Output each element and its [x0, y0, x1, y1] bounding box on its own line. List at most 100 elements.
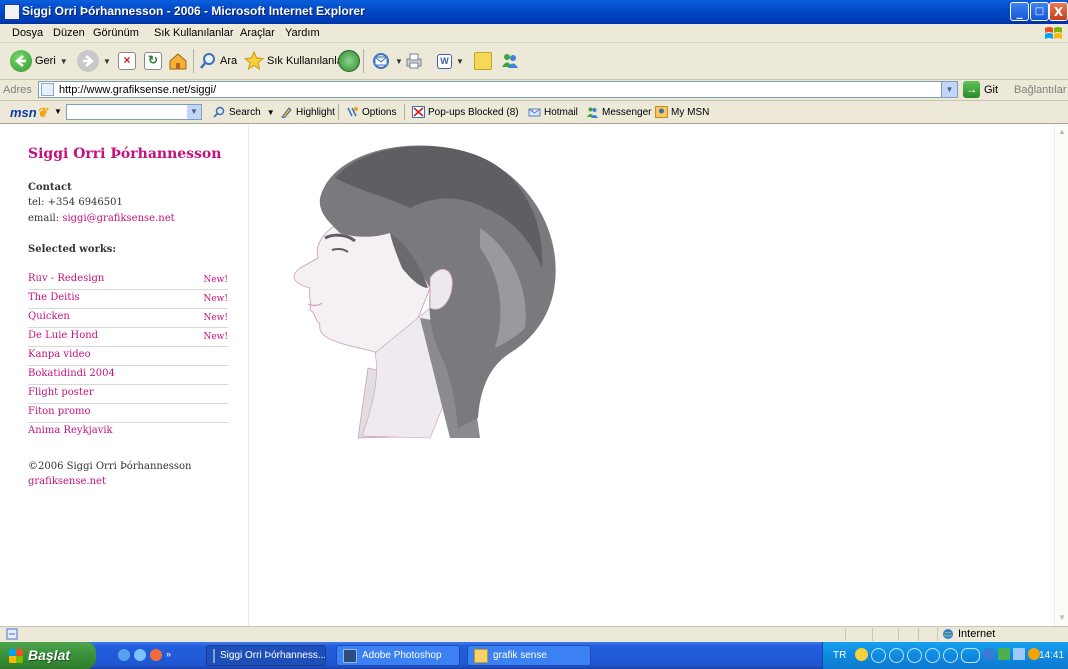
media-quicklaunch-icon[interactable] — [150, 649, 162, 661]
home-icon — [169, 53, 187, 70]
media-next-icon[interactable] — [943, 648, 958, 663]
refresh-button[interactable]: ↻ — [144, 43, 162, 79]
messenger-tray-icon[interactable] — [998, 648, 1010, 660]
chevron-down-icon[interactable]: ▼ — [103, 57, 111, 66]
work-item-de-luie-hond[interactable]: De Luie Hond New! — [28, 327, 228, 347]
print-button[interactable] — [404, 43, 424, 79]
task-folder[interactable]: grafik sense — [467, 645, 591, 666]
task-ie[interactable]: Siggi Orri Þórhanness... — [206, 645, 326, 666]
work-label[interactable]: Ruv - Redesign — [28, 273, 104, 284]
work-label[interactable]: Bokatidindi 2004 — [28, 368, 115, 379]
language-indicator[interactable]: TR — [833, 650, 846, 661]
menu-favorites[interactable]: Sık Kullanılanlar — [154, 27, 234, 39]
chevron-down-icon[interactable]: ▼ — [267, 108, 275, 117]
tray-app-icon[interactable] — [855, 648, 868, 661]
quick-launch: » — [118, 649, 171, 661]
ie-page-icon — [213, 648, 215, 663]
scroll-down-arrow-icon[interactable]: ▼ — [1056, 612, 1068, 624]
ie-quicklaunch-icon[interactable] — [118, 649, 130, 661]
msn-search-label: Search — [229, 106, 261, 118]
work-item-bokatidindi[interactable]: Bokatidindi 2004 — [28, 365, 228, 385]
work-label[interactable]: The Deitis — [28, 292, 80, 303]
work-item-kanpa-video[interactable]: Kanpa video — [28, 346, 228, 366]
email-link[interactable]: siggi@grafiksense.net — [62, 213, 174, 224]
work-label[interactable]: Anima Reykjavik — [28, 425, 113, 436]
site-link[interactable]: grafiksense.net — [28, 476, 106, 487]
highlight-button[interactable]: Highlight — [280, 106, 335, 118]
search-icon — [213, 106, 225, 118]
menu-edit[interactable]: Düzen — [53, 27, 85, 39]
system-tray: TR 14:41 — [822, 642, 1068, 669]
menu-tools[interactable]: Araçlar — [240, 27, 275, 39]
network-icon[interactable] — [983, 648, 995, 660]
work-item-flight-poster[interactable]: Flight poster — [28, 384, 228, 404]
hotmail-button[interactable]: Hotmail — [528, 106, 578, 118]
links-toolbar[interactable]: Bağlantılar — [1014, 84, 1067, 96]
edit-button[interactable]: W ▼ — [437, 43, 464, 79]
chevron-down-icon[interactable]: ▼ — [54, 107, 62, 116]
forward-button[interactable]: ▼ — [77, 43, 111, 79]
work-item-anima-reykjavik[interactable]: Anima Reykjavik — [28, 422, 228, 441]
stop-button[interactable]: × — [118, 43, 136, 79]
history-button[interactable] — [338, 43, 360, 79]
mail-button[interactable]: ▼ — [371, 43, 403, 79]
minimize-button[interactable]: _ — [1010, 2, 1029, 21]
work-label[interactable]: De Luie Hond — [28, 330, 98, 341]
display-icon[interactable] — [1013, 648, 1025, 660]
messenger-button[interactable] — [500, 43, 520, 79]
close-button[interactable]: X — [1049, 2, 1068, 21]
work-item-fiton-promo[interactable]: Fiton promo — [28, 403, 228, 423]
history-icon — [338, 50, 360, 72]
chevron-right-icon[interactable]: » — [166, 649, 171, 661]
work-item-ruv-redesign[interactable]: Ruv - Redesign New! — [28, 270, 228, 290]
clock[interactable]: 14:41 — [1039, 650, 1064, 661]
address-input[interactable]: http://www.grafiksense.net/siggi/ ▼ — [38, 81, 958, 98]
menu-view[interactable]: Görünüm — [93, 27, 139, 39]
media-play-icon[interactable] — [889, 648, 904, 663]
my-msn-button[interactable]: My MSN — [655, 106, 709, 118]
msn-search-button[interactable]: Search ▼ — [213, 106, 275, 118]
work-item-the-deitis[interactable]: The Deitis New! — [28, 289, 228, 309]
work-label[interactable]: Flight poster — [28, 387, 94, 398]
options-button[interactable]: Options — [346, 106, 396, 118]
search-button[interactable]: Ara — [199, 43, 237, 79]
messenger-link[interactable]: Messenger — [586, 106, 651, 118]
chevron-down-icon[interactable]: ▼ — [941, 82, 957, 97]
work-label[interactable]: Fiton promo — [28, 406, 91, 417]
menu-file[interactable]: Dosya — [12, 27, 43, 39]
work-item-quicken[interactable]: Quicken New! — [28, 308, 228, 328]
maximize-button[interactable]: □ — [1030, 2, 1049, 21]
printer-icon — [406, 53, 422, 69]
msn-search-input[interactable]: ▼ — [66, 104, 202, 120]
vertical-scrollbar[interactable]: ▲ ▼ — [1054, 124, 1068, 626]
chevron-down-icon[interactable]: ▼ — [60, 57, 68, 66]
new-badge: New! — [203, 275, 228, 285]
media-prev-icon[interactable] — [925, 648, 940, 663]
msn-logo[interactable]: msn❦ — [10, 105, 48, 121]
menu-help[interactable]: Yardım — [285, 27, 320, 39]
go-button[interactable]: → Git — [963, 81, 998, 98]
favorites-label: Sık Kullanılanlar — [267, 55, 347, 67]
forward-arrow-icon — [77, 50, 99, 72]
chevron-down-icon[interactable]: ▼ — [187, 105, 201, 119]
desktop-quicklaunch-icon[interactable] — [134, 649, 146, 661]
favorites-button[interactable]: Sık Kullanılanlar — [244, 43, 347, 79]
chevron-down-icon[interactable]: ▼ — [395, 57, 403, 66]
ie-app-icon[interactable] — [4, 4, 20, 20]
media-stop-icon[interactable] — [871, 648, 886, 663]
scroll-up-arrow-icon[interactable]: ▲ — [1056, 126, 1068, 138]
discuss-button[interactable] — [474, 43, 492, 79]
media-pause-icon[interactable] — [907, 648, 922, 663]
address-url[interactable]: http://www.grafiksense.net/siggi/ — [59, 84, 216, 96]
back-button[interactable]: Geri ▼ — [10, 43, 68, 79]
task-photoshop[interactable]: Adobe Photoshop — [336, 645, 460, 666]
popups-blocked-button[interactable]: Pop-ups Blocked (8) ▼ — [412, 106, 535, 118]
work-label[interactable]: Kanpa video — [28, 349, 91, 360]
volume-icon[interactable] — [961, 648, 980, 663]
work-label[interactable]: Quicken — [28, 311, 70, 322]
butterfly-icon: ❦ — [36, 105, 48, 120]
chevron-down-icon[interactable]: ▼ — [456, 57, 464, 66]
home-button[interactable] — [168, 43, 188, 79]
start-button[interactable]: Başlat — [0, 642, 96, 669]
security-zone: Internet — [937, 628, 1068, 641]
